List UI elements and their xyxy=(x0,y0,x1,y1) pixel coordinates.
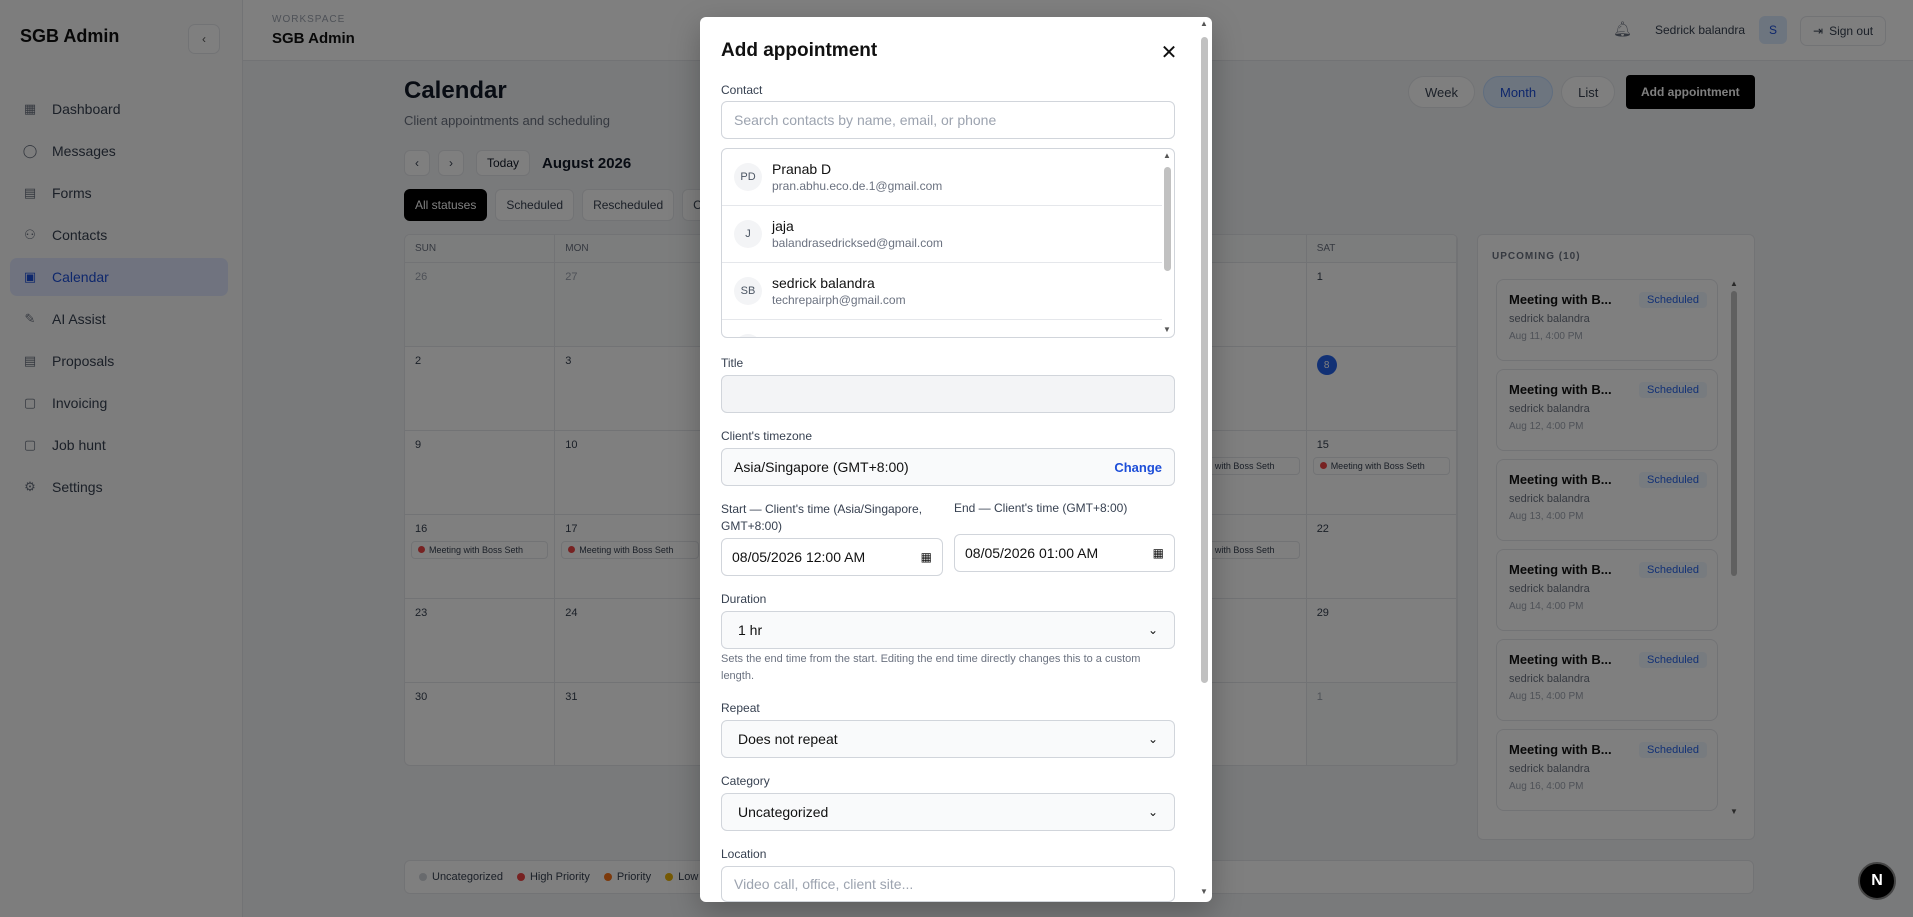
scrollbar-thumb[interactable] xyxy=(1164,167,1171,271)
contact-option[interactable]: PD Pranab D pran.abhu.eco.de.1@gmail.com xyxy=(722,149,1162,206)
repeat-label: Repeat xyxy=(721,701,760,715)
repeat-select[interactable]: Does not repeat ⌄ xyxy=(721,720,1175,758)
contact-info: sedrick balandra techrepairph@gmail.com xyxy=(772,275,906,307)
contact-name: jaja xyxy=(772,218,794,234)
category-select[interactable]: Uncategorized ⌄ xyxy=(721,793,1175,831)
location-label: Location xyxy=(721,847,767,861)
title-input[interactable] xyxy=(721,375,1175,413)
contact-label: Contact xyxy=(721,83,763,97)
duration-select[interactable]: 1 hr ⌄ xyxy=(721,611,1175,649)
close-icon[interactable]: ✕ xyxy=(1158,41,1180,64)
contact-info: Pranab D pran.abhu.eco.de.1@gmail.com xyxy=(772,161,942,193)
category-label: Category xyxy=(721,774,770,788)
start-label: Start — Client's time (Asia/Singapore, G… xyxy=(721,502,923,533)
start-datetime-value: 08/05/2026 12:00 AM xyxy=(732,549,866,565)
contact-name: sedrick balandra xyxy=(772,275,875,291)
timezone-label: Client's timezone xyxy=(721,429,812,443)
scroll-down-icon[interactable]: ▼ xyxy=(1163,325,1171,334)
avatar: PD xyxy=(734,163,762,191)
scrollbar-thumb[interactable] xyxy=(1201,37,1208,683)
modal-title: Add appointment xyxy=(721,40,878,61)
avatar: SB xyxy=(734,334,762,337)
duration-label: Duration xyxy=(721,592,767,606)
title-label: Title xyxy=(721,356,744,370)
category-value: Uncategorized xyxy=(738,804,829,820)
end-datetime-input[interactable]: 08/05/2026 01:00 AM ▦ xyxy=(954,534,1175,572)
contact-email: balandrasedricksed@gmail.com xyxy=(772,236,943,250)
chevron-down-icon: ⌄ xyxy=(1147,623,1158,637)
duration-help: Sets the end time from the start. Editin… xyxy=(721,653,1141,682)
next-dev-badge[interactable]: N xyxy=(1858,862,1896,900)
dropdown-scrollbar[interactable]: ▲ ▼ xyxy=(1162,149,1172,337)
contact-list: PD Pranab D pran.abhu.eco.de.1@gmail.com Jj… xyxy=(722,149,1174,337)
scroll-up-icon[interactable]: ▲ xyxy=(1200,19,1208,28)
calendar-icon[interactable]: ▦ xyxy=(1153,546,1164,560)
scroll-down-icon[interactable]: ▼ xyxy=(1200,887,1208,896)
avatar: SB xyxy=(734,277,762,305)
chevron-down-icon: ⌄ xyxy=(1147,732,1158,746)
end-label: End — Client's time (GMT+8:00) xyxy=(954,501,1128,515)
scroll-up-icon[interactable]: ▲ xyxy=(1163,151,1171,160)
contact-dropdown: PD Pranab D pran.abhu.eco.de.1@gmail.com Jj… xyxy=(721,148,1175,338)
add-appointment-modal: Add appointment ✕ Contact Search contact… xyxy=(700,17,1212,902)
chevron-down-icon: ⌄ xyxy=(1147,805,1158,819)
contact-email: pran.abhu.eco.de.1@gmail.com xyxy=(772,179,943,193)
contact-email: techrepairph@gmail.com xyxy=(772,293,906,307)
change-timezone-link[interactable]: Change xyxy=(1114,460,1162,475)
contact-option[interactable]: SB sedrick balandra techrepairph@gmail.com xyxy=(722,263,1162,320)
contact-option[interactable]: SBseth balandra xyxy=(722,320,1162,337)
contact-name: Pranab D xyxy=(772,161,832,177)
duration-value: 1 hr xyxy=(738,622,763,638)
start-datetime-input[interactable]: 08/05/2026 12:00 AM ▦ xyxy=(721,538,943,576)
repeat-value: Does not repeat xyxy=(738,731,838,747)
contact-info: jaja balandrasedricksed@gmail.com xyxy=(772,218,943,250)
avatar: J xyxy=(734,220,762,248)
modal-scrollbar[interactable]: ▲ ▼ xyxy=(1198,17,1210,902)
end-datetime-value: 08/05/2026 01:00 AM xyxy=(965,545,1099,561)
contact-search-input[interactable]: Search contacts by name, email, or phone xyxy=(721,101,1175,139)
timezone-field: Asia/Singapore (GMT+8:00) Change xyxy=(721,448,1175,486)
contact-option[interactable]: Jjaja balandrasedricksed@gmail.com xyxy=(722,206,1162,263)
calendar-icon[interactable]: ▦ xyxy=(921,550,932,564)
timezone-value: Asia/Singapore (GMT+8:00) xyxy=(734,459,909,475)
location-input[interactable]: Video call, office, client site... xyxy=(721,866,1175,902)
